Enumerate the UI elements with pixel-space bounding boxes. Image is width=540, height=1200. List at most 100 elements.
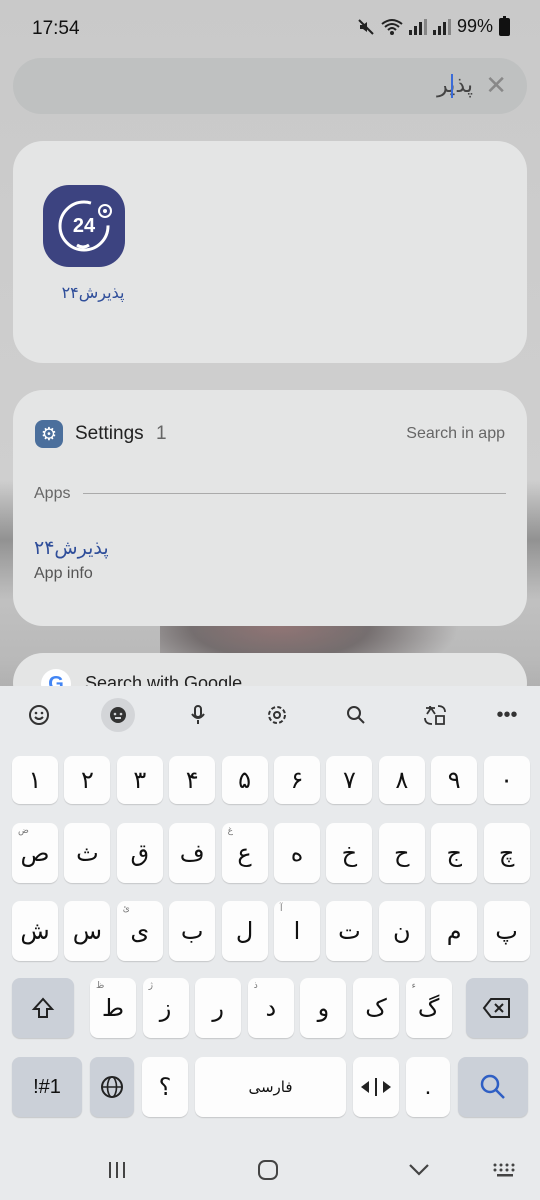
key-label: ت xyxy=(338,917,361,945)
key-label: ر xyxy=(212,994,224,1022)
signal-icon-2 xyxy=(432,18,451,35)
key-label: ا xyxy=(293,917,301,945)
key-label: ۷ xyxy=(342,766,356,794)
mute-icon xyxy=(358,18,374,35)
key-label: د xyxy=(265,994,277,1022)
key-label: م xyxy=(446,917,462,945)
key-letter[interactable]: ن xyxy=(378,901,425,961)
key-letter[interactable]: ح xyxy=(378,823,425,883)
key-letter[interactable]: پ xyxy=(483,901,530,961)
key-number[interactable]: ۲ xyxy=(64,756,111,804)
key-letter[interactable]: ش xyxy=(12,901,58,961)
key-letter[interactable]: ف xyxy=(169,823,216,883)
space-key[interactable]: فارسی xyxy=(195,1057,346,1117)
search-action-key[interactable] xyxy=(458,1057,528,1117)
key-letter[interactable]: خ xyxy=(326,823,373,883)
key-letter[interactable]: و xyxy=(300,978,347,1038)
app-results-card: 24 پذیرش۲۴ xyxy=(13,141,527,363)
key-label: فارسی xyxy=(248,1079,293,1096)
key-number[interactable]: ۷ xyxy=(326,756,373,804)
key-hint: ظ xyxy=(96,980,105,990)
key-letter[interactable]: ضص xyxy=(12,823,58,883)
key-label: ل xyxy=(235,917,254,945)
search-bar[interactable]: پذیر ✕ xyxy=(13,58,527,114)
key-letter[interactable]: ه xyxy=(274,823,320,883)
key-label: ۰ xyxy=(500,766,514,794)
key-label: ص xyxy=(20,839,50,867)
keyboard-switch-icon[interactable] xyxy=(484,1140,526,1200)
key-letter[interactable]: ب xyxy=(169,901,216,961)
key-number[interactable]: ۴ xyxy=(169,756,216,804)
key-label: ث xyxy=(76,839,99,867)
emoji-icon[interactable] xyxy=(22,698,56,732)
key-number[interactable]: ۶ xyxy=(274,756,320,804)
app-name[interactable]: پذیرش۲۴ xyxy=(43,283,143,303)
period-key[interactable]: . xyxy=(406,1057,450,1117)
cursor-arrows-icon xyxy=(361,1078,391,1096)
question-key[interactable]: ؟ xyxy=(142,1057,188,1117)
key-letter[interactable]: ظط xyxy=(90,978,136,1038)
key-letter[interactable]: ک xyxy=(353,978,399,1038)
key-letter[interactable]: ث xyxy=(64,823,111,883)
key-hint: ض xyxy=(18,825,29,835)
key-label: س xyxy=(72,917,103,945)
key-label: ط xyxy=(101,994,125,1022)
section-divider xyxy=(83,493,506,494)
search-in-app-link[interactable]: Search in app xyxy=(406,425,505,443)
bitmoji-icon[interactable] xyxy=(101,698,135,732)
key-label: ن xyxy=(392,917,411,945)
key-letter[interactable]: ت xyxy=(326,901,373,961)
key-number[interactable]: ۹ xyxy=(431,756,478,804)
key-number[interactable]: ۰ xyxy=(483,756,530,804)
home-icon[interactable] xyxy=(247,1140,289,1200)
key-letter[interactable]: آا xyxy=(274,901,320,961)
key-letter[interactable]: ئی xyxy=(116,901,163,961)
key-hint: ئ xyxy=(122,903,130,913)
key-number[interactable]: ۸ xyxy=(378,756,425,804)
shift-key[interactable] xyxy=(12,978,74,1038)
translate-icon[interactable] xyxy=(418,698,452,732)
key-letter[interactable]: ذد xyxy=(247,978,294,1038)
clear-icon[interactable]: ✕ xyxy=(485,70,507,101)
back-chevron-icon[interactable] xyxy=(398,1140,440,1200)
key-label: ق xyxy=(130,839,150,867)
key-letter[interactable]: غع xyxy=(221,823,268,883)
key-letter[interactable]: م xyxy=(431,901,478,961)
key-label: ف xyxy=(179,839,205,867)
key-letter[interactable]: ر xyxy=(195,978,242,1038)
settings-result-title[interactable]: پذیرش۲۴ xyxy=(34,537,109,560)
settings-result-subtitle: App info xyxy=(34,565,93,582)
key-hint: غ xyxy=(227,825,233,835)
symbols-key[interactable]: !#1 xyxy=(12,1057,82,1117)
settings-gear-icon: ⚙ xyxy=(35,420,63,448)
key-label: ب xyxy=(180,917,204,945)
key-letter[interactable]: ژز xyxy=(142,978,189,1038)
key-label: ی xyxy=(130,917,150,945)
key-number[interactable]: ۵ xyxy=(221,756,268,804)
key-letter[interactable]: ل xyxy=(221,901,268,961)
key-number[interactable]: ۱ xyxy=(12,756,58,804)
app-icon[interactable]: 24 xyxy=(43,185,125,267)
key-letter[interactable]: ءگ xyxy=(405,978,452,1038)
key-letter[interactable]: س xyxy=(64,901,111,961)
microphone-icon[interactable] xyxy=(181,698,215,732)
phone-24-icon: 24 xyxy=(58,200,112,252)
backspace-key[interactable] xyxy=(466,978,528,1038)
language-key[interactable] xyxy=(90,1057,134,1117)
key-letter[interactable]: ج xyxy=(431,823,478,883)
key-number[interactable]: ۳ xyxy=(116,756,163,804)
settings-icon[interactable] xyxy=(260,698,294,732)
search-input[interactable]: پذیر xyxy=(437,72,473,98)
key-label: ۵ xyxy=(238,766,252,794)
cursor-move-key[interactable] xyxy=(353,1057,399,1117)
key-letter[interactable]: چ xyxy=(483,823,530,883)
recents-icon[interactable] xyxy=(96,1140,138,1200)
key-letter[interactable]: ق xyxy=(116,823,163,883)
more-icon[interactable]: ••• xyxy=(490,698,524,732)
search-icon[interactable] xyxy=(339,698,373,732)
key-label: ز xyxy=(159,994,172,1022)
status-icons: 99% xyxy=(357,15,510,37)
keyboard: ••• ۱۲۳۴۵۶۷۸۹۰ضصثقفغعهخحجچشسئیبلآاتنمپظط… xyxy=(0,686,540,1200)
key-label: ۴ xyxy=(185,766,199,794)
settings-count: 1 xyxy=(156,423,167,444)
